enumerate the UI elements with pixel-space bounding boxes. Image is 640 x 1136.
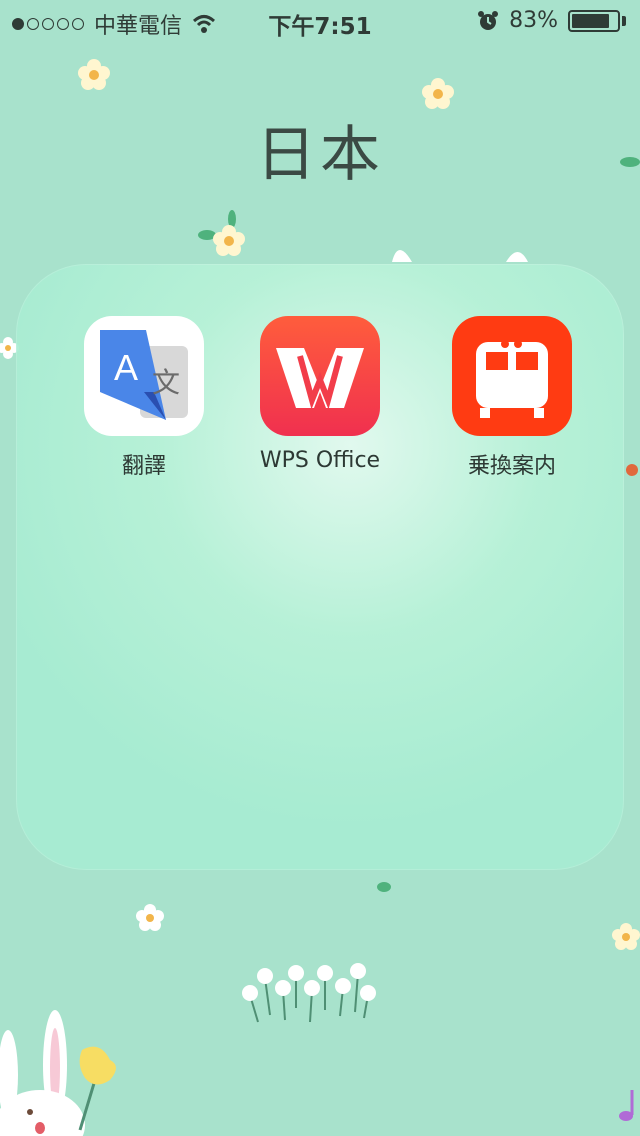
rabbit-decoration [0, 1010, 85, 1136]
rabbit-ear-decoration [392, 250, 412, 262]
app-label: 乗換案内 [467, 454, 556, 479]
wps-office-icon [260, 316, 380, 436]
folder-title[interactable]: 日本 [0, 106, 640, 193]
flower-decoration [136, 904, 164, 931]
alarm-icon [478, 10, 499, 30]
app-translate[interactable]: A 文 翻譯 [64, 316, 224, 480]
status-bar: 中華電信 下午7:51 83% [0, 0, 640, 40]
battery-percent: 83% [509, 8, 558, 33]
flower-decoration [78, 59, 110, 90]
tulip-decoration [78, 1046, 116, 1131]
app-norikae-annai[interactable]: 乗換案内 [432, 316, 592, 480]
flower-decoration [422, 78, 454, 109]
battery-tip [622, 15, 626, 26]
rabbit-ear-decoration [506, 252, 528, 262]
flower-decoration [198, 210, 245, 256]
flower-decoration [612, 923, 640, 950]
app-wps-office[interactable]: WPS Office [240, 316, 400, 473]
google-translate-icon: A 文 [84, 316, 204, 436]
status-bar-right: 83% [477, 8, 626, 33]
app-folder: A 文 翻譯 WPS Office 乗換案内 [16, 264, 624, 870]
berry-decoration [626, 464, 638, 476]
leaf-decoration [377, 882, 391, 892]
battery-icon [568, 9, 620, 32]
battery-fill [572, 13, 609, 28]
translate-glyph-b: 文 [152, 366, 180, 399]
app-label: 翻譯 [121, 454, 166, 479]
translate-glyph-a: A [114, 347, 138, 388]
music-note-decoration [619, 1090, 634, 1121]
app-label: WPS Office [259, 448, 381, 473]
train-transit-icon [452, 316, 572, 436]
